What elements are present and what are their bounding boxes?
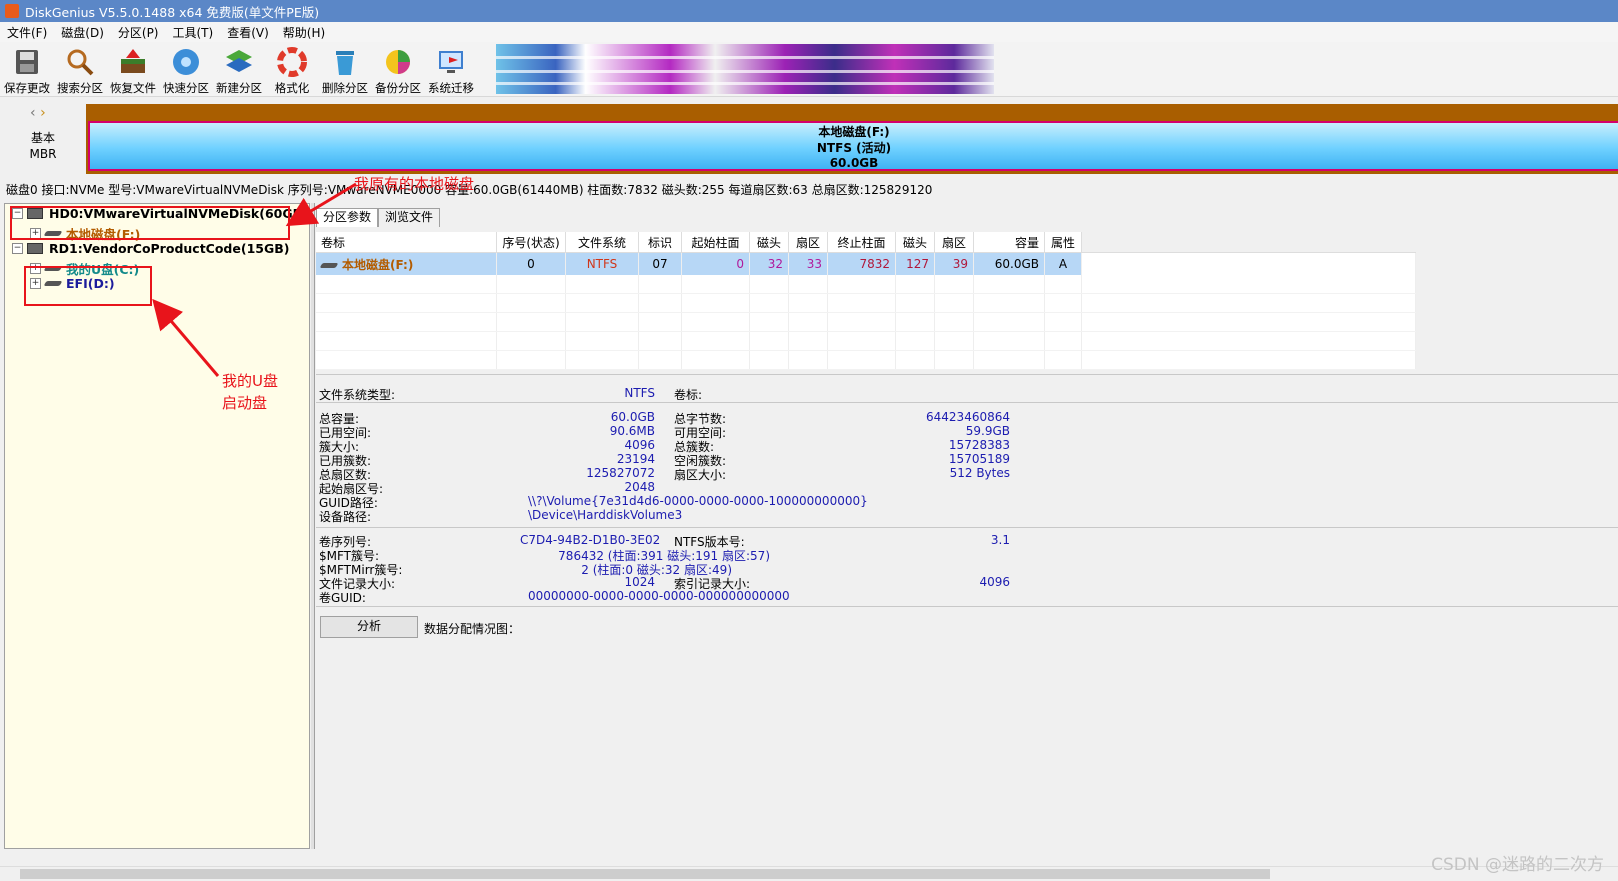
annotation-arrows [152,182,357,377]
annotation-arrow-top [285,182,357,227]
annotation-arrow-usb [152,298,220,377]
scrollbar-thumb[interactable] [20,869,1270,879]
watermark: CSDN @迷路的二次方 [1431,855,1604,875]
